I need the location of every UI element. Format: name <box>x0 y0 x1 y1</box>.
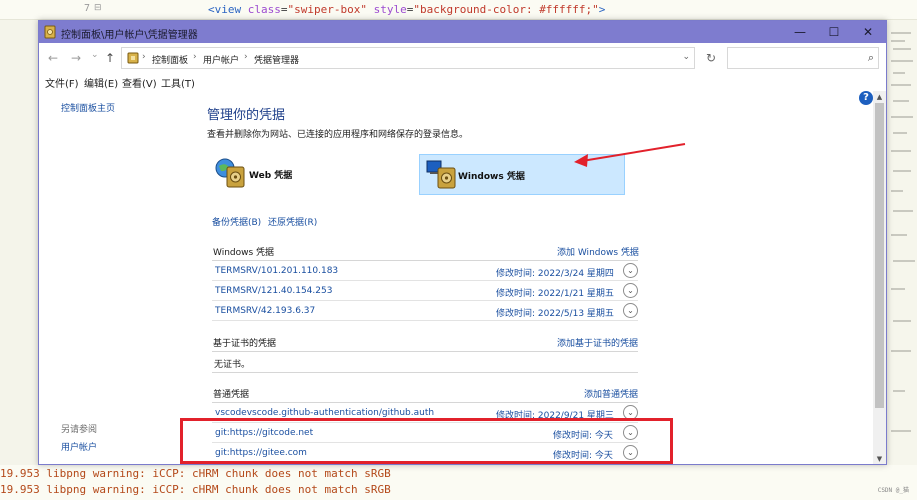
credential-row[interactable]: TERMSRV/101.201.110.183 修改时间: 2022/3/24 … <box>212 261 638 281</box>
minimize-button[interactable]: — <box>783 21 817 43</box>
help-icon[interactable]: ? <box>859 91 873 105</box>
menu-bar: 文件(F) 编辑(E) 查看(V) 工具(T) <box>39 73 886 91</box>
up-arrow-icon[interactable]: ↑ <box>105 51 115 65</box>
credential-row[interactable]: TERMSRV/121.40.154.253 修改时间: 2022/1/21 星… <box>212 281 638 301</box>
see-also-label: 另请参阅 <box>61 425 98 435</box>
recent-locations-icon[interactable]: ⌄ <box>91 50 99 60</box>
generic-section-title: 普通凭据 <box>213 390 250 400</box>
terminal-line: 19.953 libpng warning: iCCP: cHRM chunk … <box>0 467 391 480</box>
menu-view[interactable]: 查看(V) <box>122 75 157 90</box>
maximize-button[interactable]: ☐ <box>817 21 851 43</box>
close-button[interactable]: ✕ <box>851 21 885 43</box>
forward-arrow-icon[interactable]: → <box>71 51 81 65</box>
search-icon[interactable]: ⌕ <box>868 51 874 65</box>
breadcrumb-separator: › <box>193 52 197 62</box>
address-bar-row: ← → ⌄ ↑ › 控制面板 › 用户帐户 › 凭据管理器 ⌄ ↻ ⌕ <box>39 43 886 73</box>
refresh-icon[interactable]: ↻ <box>699 47 723 69</box>
credential-modified: 修改时间: 2022/5/13 星期五 <box>496 309 614 319</box>
expand-chevron-icon[interactable]: ⌄ <box>623 283 638 298</box>
vertical-scrollbar[interactable]: ▲ ▼ <box>873 91 886 464</box>
section-divider <box>212 372 638 373</box>
scroll-down-icon[interactable]: ▼ <box>873 453 886 464</box>
back-arrow-icon[interactable]: ← <box>48 51 58 65</box>
fold-icon[interactable]: ⊟ <box>94 3 102 13</box>
address-dropdown-icon[interactable]: ⌄ <box>682 52 690 62</box>
credential-modified: 修改时间: 2022/1/21 星期五 <box>496 289 614 299</box>
annotation-arrow-icon <box>574 143 686 167</box>
page-description: 查看并删除你为网站、已连接的应用程序和网络保存的登录信息。 <box>207 130 469 140</box>
breadcrumb-separator: › <box>244 52 248 62</box>
breadcrumb-credential-manager[interactable]: 凭据管理器 <box>254 53 299 66</box>
address-input[interactable]: › 控制面板 › 用户帐户 › 凭据管理器 ⌄ <box>121 47 695 69</box>
web-vault-icon <box>215 158 245 188</box>
windows-vault-icon <box>426 160 456 189</box>
menu-tools[interactable]: 工具(T) <box>161 75 195 90</box>
windows-section-title: Windows 凭据 <box>213 248 275 258</box>
highlight-box <box>180 418 673 464</box>
terminal-line: 19.953 libpng warning: iCCP: cHRM chunk … <box>0 483 391 496</box>
credential-name: TERMSRV/42.193.6.37 <box>215 306 316 316</box>
expand-chevron-icon[interactable]: ⌄ <box>623 263 638 278</box>
web-credentials-button[interactable]: Web 凭据 <box>211 154 331 195</box>
window-title: 控制面板\用户帐户\凭据管理器 <box>61 30 198 41</box>
credential-name: vscodevscode.github-authentication/githu… <box>215 408 435 418</box>
user-accounts-link[interactable]: 用户帐户 <box>61 440 97 453</box>
control-panel-icon <box>127 52 139 64</box>
credential-row[interactable]: TERMSRV/42.193.6.37 修改时间: 2022/5/13 星期五 … <box>212 301 638 321</box>
breadcrumb-user-accounts[interactable]: 用户帐户 <box>203 53 239 66</box>
line-number: 7 <box>84 3 91 14</box>
control-panel-home-link[interactable]: 控制面板主页 <box>61 101 115 114</box>
search-input[interactable]: ⌕ <box>727 47 879 69</box>
page-title: 管理你的凭据 <box>207 108 286 123</box>
content-area: 控制面板主页 另请参阅 用户帐户 ? ▲ ▼ 管理你的凭据 查看并删除你为网站、… <box>39 91 886 464</box>
breadcrumb-control-panel[interactable]: 控制面板 <box>152 53 188 66</box>
credential-manager-window: 控制面板\用户帐户\凭据管理器 — ☐ ✕ ← → ⌄ ↑ › 控制面板 › 用… <box>38 20 887 465</box>
scroll-up-icon[interactable]: ▲ <box>873 91 886 103</box>
title-bar[interactable]: 控制面板\用户帐户\凭据管理器 — ☐ ✕ <box>39 21 886 43</box>
section-divider <box>212 351 638 352</box>
breadcrumb-separator: › <box>142 52 146 62</box>
add-windows-credential-link[interactable]: 添加 Windows 凭据 <box>557 245 639 258</box>
editor-gutter <box>0 20 38 465</box>
editor-code-line: 7 ⊟ <view class="swiper-box" style="back… <box>0 0 917 20</box>
certificate-section-title: 基于证书的凭据 <box>213 339 277 349</box>
credential-name: TERMSRV/101.201.110.183 <box>215 266 339 276</box>
code-text: <view class="swiper-box" style="backgrou… <box>208 3 606 16</box>
credential-manager-icon <box>44 25 56 39</box>
no-certificates-text: 无证书。 <box>214 360 251 370</box>
restore-credentials-link[interactable]: 还原凭据(R) <box>268 215 317 228</box>
editor-minimap[interactable] <box>887 20 917 465</box>
credential-name: TERMSRV/121.40.154.253 <box>215 286 333 296</box>
menu-file[interactable]: 文件(F) <box>45 75 79 90</box>
terminal-output: 19.953 libpng warning: iCCP: cHRM chunk … <box>0 465 917 500</box>
web-credentials-label: Web 凭据 <box>249 171 293 181</box>
add-generic-credential-link[interactable]: 添加普通凭据 <box>584 387 638 400</box>
expand-chevron-icon[interactable]: ⌄ <box>623 303 638 318</box>
add-certificate-credential-link[interactable]: 添加基于证书的凭据 <box>557 336 638 349</box>
menu-edit[interactable]: 编辑(E) <box>84 75 118 90</box>
backup-credentials-link[interactable]: 备份凭据(B) <box>212 215 261 228</box>
windows-credentials-label: Windows 凭据 <box>458 172 525 182</box>
watermark: CSDN @_猫 <box>877 487 909 494</box>
credential-modified: 修改时间: 2022/3/24 星期四 <box>496 269 614 279</box>
scroll-thumb[interactable] <box>875 103 884 408</box>
